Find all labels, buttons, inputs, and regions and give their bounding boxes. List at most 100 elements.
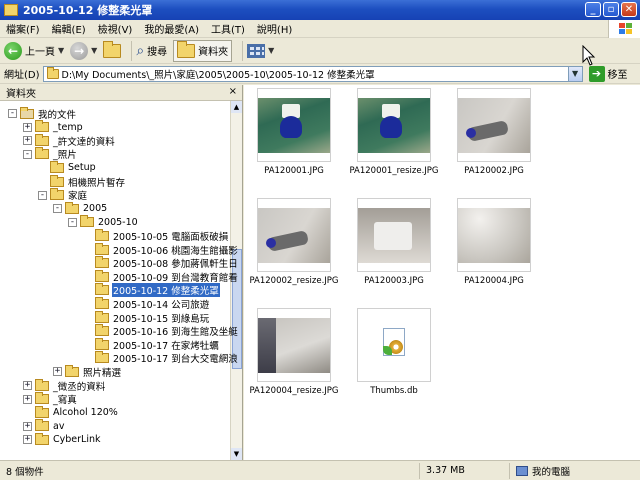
tree-item[interactable]: Alcohol 120% <box>23 405 119 419</box>
toolbar: ← 上一頁 ▼ → ▼ ⌕ 搜尋 資料夾 ▼ <box>0 38 640 64</box>
tree-item[interactable]: - _照片 <box>23 147 78 161</box>
tree-item[interactable]: 2005-10-17 到台大交電網浪 <box>83 351 239 365</box>
file-thumbnail[interactable]: PA120001_resize.JPG <box>344 88 444 176</box>
tree-item[interactable]: + 照片精選 <box>53 364 122 379</box>
file-name: PA120004_resize.JPG <box>249 386 339 396</box>
tree-item[interactable]: 2005-10-16 到海生館及坐艇 <box>83 324 239 338</box>
chevron-down-icon[interactable]: ▼ <box>268 46 274 55</box>
minimize-button[interactable]: _ <box>585 2 601 17</box>
chevron-down-icon[interactable]: ▼ <box>91 46 97 55</box>
tree-item-label: 照片精選 <box>83 367 122 379</box>
tree-item[interactable]: - 2005-10 <box>68 215 139 229</box>
expand-icon[interactable]: + <box>23 136 32 146</box>
tree-item[interactable]: Setup <box>38 160 97 174</box>
photo-preview <box>357 88 431 162</box>
file-thumbnail[interactable]: PA120003.JPG <box>344 198 444 286</box>
tree-item[interactable]: + _徵丞的資料 <box>23 378 106 393</box>
tree-item[interactable]: + CyberLink <box>23 432 102 446</box>
tree-item-label: 2005-10-05 電腦面板破損 <box>113 231 229 243</box>
photo-preview <box>257 88 331 162</box>
tree-item[interactable]: 2005-10-15 到綠島玩 <box>83 310 210 325</box>
collapse-icon[interactable]: - <box>38 190 47 200</box>
close-button[interactable]: ✕ <box>621 2 637 17</box>
folder-icon <box>95 296 109 309</box>
folders-button[interactable]: 資料夾 <box>173 39 233 62</box>
tree-item-label: 2005 <box>83 203 108 215</box>
status-location-label: 我的電腦 <box>532 466 571 478</box>
scroll-up-icon[interactable]: ▲ <box>231 101 242 113</box>
search-button[interactable]: ⌕ 搜尋 <box>136 40 167 62</box>
address-value[interactable]: D:\My Documents\_照片\家庭\2005\2005-10\2005… <box>62 67 375 81</box>
tree-item-label: 2005-10-09 到台灣教育館看 <box>113 272 238 284</box>
address-label: 網址(D) <box>4 70 40 81</box>
menu-help[interactable]: 說明(H) <box>251 21 298 36</box>
address-bar: 網址(D) D:\My Documents\_照片\家庭\2005\2005-1… <box>0 64 640 84</box>
up-folder-button[interactable] <box>103 40 122 62</box>
go-arrow-icon: ➔ <box>588 65 605 82</box>
search-icon: ⌕ <box>136 42 145 59</box>
folder-icon <box>46 66 59 79</box>
tree-item[interactable]: 相機照片暫存 <box>38 174 126 189</box>
file-thumbnail[interactable]: Thumbs.db <box>344 308 444 396</box>
tree-item[interactable]: + av <box>23 419 65 433</box>
collapse-icon[interactable]: - <box>68 217 77 227</box>
folder-pane-close-button[interactable]: × <box>229 86 237 97</box>
file-thumbnail[interactable]: PA120002.JPG <box>444 88 544 176</box>
back-button[interactable]: ← 上一頁 ▼ <box>4 40 64 62</box>
file-thumbnail[interactable]: PA120001.JPG <box>244 88 344 176</box>
menu-tools[interactable]: 工具(T) <box>205 21 251 36</box>
expand-icon[interactable]: + <box>23 435 32 445</box>
expand-icon[interactable]: + <box>23 381 32 390</box>
chevron-down-icon[interactable]: ▼ <box>58 46 64 55</box>
maximize-button[interactable]: ▫ <box>603 2 619 17</box>
collapse-icon[interactable]: - <box>53 204 62 214</box>
tree-item[interactable]: - 家庭 <box>38 188 88 203</box>
tree-item[interactable]: 2005-10-09 到台灣教育館看 <box>83 269 239 284</box>
tree-item-label: 家庭 <box>68 191 88 203</box>
scroll-down-icon[interactable]: ▼ <box>231 448 242 460</box>
folder-pane: 資料夾 × ▲ ▼ - 我的文件 + _temp + _許文達的資料 - _照片 Setup 相機… <box>0 85 243 460</box>
folder-icon <box>65 364 79 377</box>
forward-button[interactable]: → ▼ <box>70 40 97 62</box>
tree-item-label: _許文達的資料 <box>53 136 115 148</box>
folder-icon <box>35 392 49 405</box>
collapse-icon[interactable]: - <box>23 149 32 159</box>
tree-item[interactable]: 2005-10-05 電腦面板破損 <box>83 228 229 243</box>
expand-icon[interactable]: + <box>23 394 32 404</box>
folder-icon <box>95 269 109 282</box>
menu-favorites[interactable]: 我的最愛(A) <box>138 21 205 36</box>
menu-view[interactable]: 檢視(V) <box>92 21 139 36</box>
collapse-icon[interactable]: - <box>8 109 17 118</box>
tree-item[interactable]: 2005-10-08 參加蔣佩軒生日 <box>83 256 239 270</box>
expand-icon[interactable]: + <box>53 367 62 377</box>
tree-item[interactable]: - 我的文件 <box>8 106 77 121</box>
file-thumbnail[interactable]: PA120002_resize.JPG <box>244 198 344 286</box>
tree-item[interactable]: 2005-10-17 在家烤牡蠣 <box>83 337 220 352</box>
file-thumbnail[interactable]: PA120004.JPG <box>444 198 544 286</box>
views-button[interactable]: ▼ <box>247 40 274 62</box>
file-thumbnail[interactable]: PA120004_resize.JPG <box>244 308 344 396</box>
tree-item[interactable]: - 2005 <box>53 201 108 215</box>
expand-icon[interactable]: + <box>23 421 32 431</box>
tree-item[interactable]: 2005-10-12 修整柔光罩 <box>83 282 221 299</box>
go-button[interactable]: ➔ 移至 <box>588 65 628 82</box>
file-name: PA120004.JPG <box>464 276 524 286</box>
menu-edit[interactable]: 編輯(E) <box>46 21 92 36</box>
tree-item-label: 2005-10-12 修整柔光罩 <box>111 282 221 299</box>
address-dropdown-icon[interactable]: ▼ <box>567 66 582 81</box>
tree-item[interactable]: 2005-10-14 公司旅遊 <box>83 296 210 311</box>
address-input[interactable]: D:\My Documents\_照片\家庭\2005\2005-10\2005… <box>42 65 583 82</box>
tree-item[interactable]: + _temp <box>23 120 84 134</box>
menu-file[interactable]: 檔案(F) <box>0 21 46 36</box>
tree-item-label: Alcohol 120% <box>53 407 118 419</box>
folder-icon <box>95 283 109 296</box>
tree-item[interactable]: 2005-10-06 桃園海生館攝影 <box>83 242 239 257</box>
tree-item[interactable]: + _寫真 <box>23 392 78 406</box>
tree-item[interactable]: + _許文達的資料 <box>23 133 116 148</box>
expand-icon[interactable]: + <box>23 122 32 132</box>
